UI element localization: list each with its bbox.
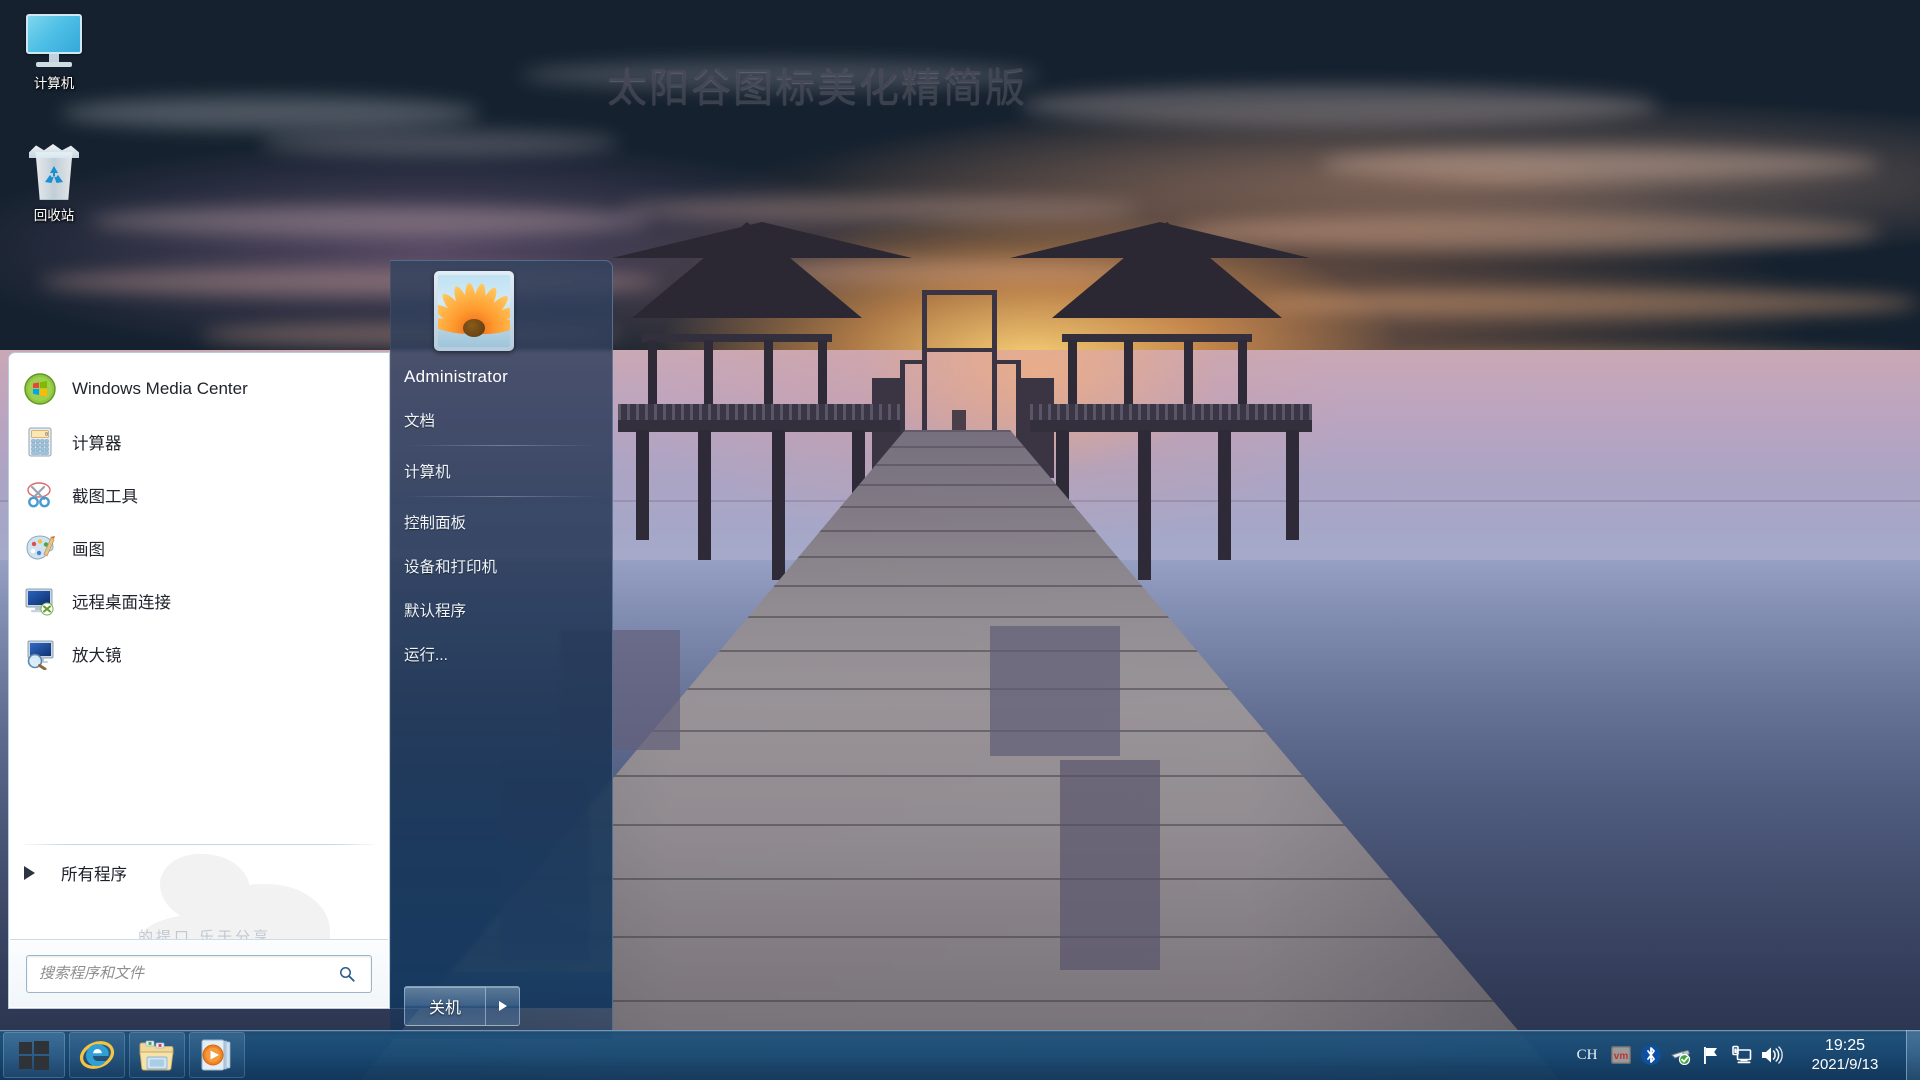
start-menu-program-remote-desktop[interactable]: 远程桌面连接: [10, 574, 388, 627]
taskbar-windows-media-player[interactable]: [189, 1032, 245, 1078]
desktop-icon-label: 计算机: [33, 76, 75, 91]
start-menu-item-computer[interactable]: 计算机: [390, 449, 612, 493]
tray-action-center[interactable]: [1696, 1033, 1726, 1077]
flag-icon: [1704, 1047, 1717, 1064]
start-button[interactable]: [3, 1032, 65, 1078]
program-label: 截图工具: [72, 487, 138, 506]
start-menu-username[interactable]: Administrator: [390, 356, 612, 398]
tray-network[interactable]: [1726, 1033, 1756, 1077]
chevron-right-icon: [24, 866, 35, 880]
calculator-icon: 0: [24, 426, 56, 458]
chevron-right-icon: [498, 1000, 507, 1011]
windows-media-center-icon: [24, 372, 56, 405]
start-menu-program-paint[interactable]: 画图: [10, 521, 388, 574]
menu-separator: [404, 445, 598, 446]
start-menu-item-documents[interactable]: 文档: [390, 398, 612, 442]
taskbar-windows-explorer[interactable]: [129, 1032, 185, 1078]
folder-icon: [139, 1040, 174, 1071]
menu-separator: [404, 496, 598, 497]
user-avatar[interactable]: [434, 271, 514, 351]
start-menu-item-run[interactable]: 运行...: [390, 632, 612, 676]
svg-text:0: 0: [45, 432, 48, 438]
windows-start-icon: [19, 1041, 49, 1070]
start-menu-item-default-programs[interactable]: 默认程序: [390, 588, 612, 632]
program-label: 画图: [72, 540, 105, 559]
desktop-watermark-text: 太阳谷图标美化精简版: [607, 66, 1027, 110]
speaker-icon: [1762, 1046, 1783, 1064]
start-menu-program-magnifier[interactable]: 放大镜: [10, 627, 388, 680]
start-menu-program-snipping-tool[interactable]: 截图工具: [10, 468, 388, 521]
all-programs-separator: [24, 844, 374, 845]
start-menu-right-panel: Administrator 文档 计算机 控制面板 设备和打印机 默认程序 运行…: [390, 260, 613, 1009]
tray-safely-remove-hardware[interactable]: [1666, 1033, 1696, 1077]
clock-time: 19:25: [1824, 1036, 1866, 1054]
start-menu-item-control-panel[interactable]: 控制面板: [390, 500, 612, 544]
desktop-icon-recycle-bin[interactable]: 回收站: [2, 140, 106, 225]
start-menu: Administrator 文档 计算机 控制面板 设备和打印机 默认程序 运行…: [8, 260, 613, 1040]
usb-eject-icon: [1671, 1050, 1691, 1065]
taskbar: CH vm 19:25 2021/9/13: [0, 1030, 1920, 1080]
program-label: Windows Media Center: [72, 378, 248, 398]
search-input[interactable]: [26, 954, 372, 993]
taskbar-internet-explorer[interactable]: [69, 1032, 125, 1078]
desktop-icon-label: 回收站: [33, 208, 75, 223]
magnifier-icon: [24, 638, 56, 670]
program-label: 放大镜: [72, 646, 122, 665]
start-menu-program-calculator[interactable]: 0 计算器: [10, 415, 388, 468]
network-monitor-icon: [1732, 1045, 1752, 1064]
media-player-icon: [201, 1039, 231, 1071]
recycle-symbol-icon: [45, 166, 63, 183]
svg-text:vm: vm: [1614, 1051, 1629, 1062]
clock-date: 2021/9/13: [1811, 1055, 1879, 1073]
taskbar-clock[interactable]: 19:25 2021/9/13: [1786, 1030, 1904, 1080]
ime-indicator[interactable]: CH: [1568, 1033, 1606, 1077]
bluetooth-icon: [1641, 1045, 1661, 1065]
computer-monitor-icon: [23, 14, 85, 70]
shutdown-options-button[interactable]: [486, 985, 521, 1026]
start-menu-item-devices-printers[interactable]: 设备和打印机: [390, 544, 612, 588]
start-menu-search-area: [10, 939, 388, 1007]
system-tray: CH vm 19:25 2021/9/13: [1568, 1030, 1920, 1080]
all-programs-label: 所有程序: [61, 866, 127, 884]
recycle-bin-icon: [25, 140, 83, 202]
start-menu-program-windows-media-center[interactable]: Windows Media Center: [10, 362, 388, 415]
internet-explorer-icon: [79, 1041, 115, 1069]
snipping-tool-icon: [24, 479, 56, 511]
start-menu-left-panel: 的提口 乐于分享 Windows Media Center 0 计算器 截图工具…: [8, 352, 390, 1009]
paint-icon: [24, 532, 56, 564]
tray-vmware[interactable]: vm: [1606, 1033, 1636, 1077]
start-menu-right-items: 文档 计算机 控制面板 设备和打印机 默认程序 运行...: [390, 398, 612, 676]
shutdown-button[interactable]: 关机: [404, 985, 487, 1026]
vm-icon: vm: [1611, 1046, 1631, 1064]
program-label: 计算器: [72, 434, 122, 453]
show-desktop-button[interactable]: [1906, 1030, 1920, 1080]
program-label: 远程桌面连接: [72, 593, 171, 612]
tray-volume[interactable]: [1756, 1033, 1786, 1077]
all-programs-button[interactable]: 所有程序: [10, 849, 388, 897]
tray-bluetooth[interactable]: [1636, 1033, 1666, 1077]
remote-desktop-icon: [24, 585, 56, 617]
desktop-icon-computer[interactable]: 计算机: [2, 14, 106, 93]
